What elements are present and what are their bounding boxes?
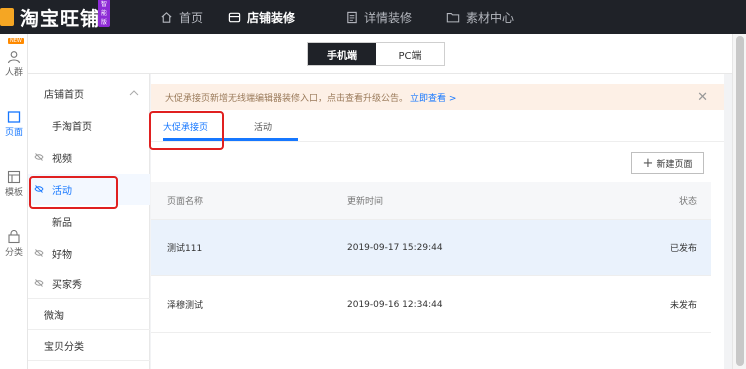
user-icon [7,51,21,64]
row-update-time: 2019-09-16 12:34:44 [347,299,443,310]
rail-item-category[interactable]: 分类 [0,230,28,258]
chevron-up-icon [129,90,139,96]
eye-hidden-icon [34,279,44,287]
document-icon [347,11,357,23]
pc-tab[interactable]: PC端 [376,43,444,65]
scrollbar-thumb[interactable] [736,36,744,366]
nav-home-label: 首页 [179,10,204,25]
brand[interactable]: 淘宝旺铺 智能版 [0,0,111,34]
nav-home[interactable]: 首页 [160,0,203,34]
header-update-time: 更新时间 [347,197,384,207]
header-status: 状态 [678,197,697,207]
top-navigation-bar: 淘宝旺铺 智能版 首页 店铺装修 详情装修 素材中心 [0,0,746,34]
new-badge: NEW [8,38,24,44]
highlight-box-tab [149,111,224,150]
row-status: 未发布 [669,301,697,311]
highlight-box-sidebar [29,176,118,209]
nav-material-center[interactable]: 素材中心 [446,0,514,34]
new-page-button-label: 新建页面 [656,159,693,170]
vertical-scrollbar[interactable] [732,34,746,369]
rail-item-crowd-label: 人群 [4,68,23,78]
rail-item-template-label: 模板 [4,188,23,198]
new-page-button[interactable]: + 新建页面 [631,152,704,174]
nav-detail-decoration-label: 详情装修 [364,10,413,25]
sidebar-item-store-home[interactable]: 店铺首页 [28,78,150,109]
sidebar-item-mobile-home-label: 手淘首页 [52,122,92,133]
nav-store-decoration[interactable]: 店铺装修 [228,0,295,34]
sidebar-item-store-home-label: 店铺首页 [44,90,84,101]
page-sidebar: 店铺首页 手淘首页 视频 活动 新品 好物 买家秀 微淘 宝贝分类 [28,74,150,369]
eye-hidden-icon [34,249,44,257]
rail-item-template[interactable]: 模板 [0,170,28,198]
notice-banner: 大促承接页新增无线端编辑器装修入口，点击查看升级公告。 立即查看 > ✕ [151,84,724,110]
taobao-logo-icon [0,8,14,26]
sidebar-item-new-arrivals-label: 新品 [52,218,72,229]
edition-badge: 智能版 [98,0,111,27]
header-page-name: 页面名称 [167,197,204,207]
nav-detail-decoration[interactable]: 详情装修 [346,0,412,34]
eye-hidden-icon [34,153,44,161]
page-tabs: 大促承接页 活动 [151,110,724,142]
mobile-tab[interactable]: 手机端 [308,43,376,65]
store-icon [228,12,241,22]
main-panel: 大促承接页新增无线端编辑器装修入口，点击查看升级公告。 立即查看 > ✕ 大促承… [151,74,724,369]
nav-store-decoration-label: 店铺装修 [247,10,296,25]
sidebar-item-weitao[interactable]: 微淘 [28,299,150,330]
row-update-time: 2019-09-17 15:29:44 [347,242,443,253]
close-icon[interactable]: ✕ [697,90,708,105]
rail-item-page-label: 页面 [4,128,23,138]
table-row[interactable]: 泽穆测试 2019-09-16 12:34:44 未发布 [151,277,711,333]
sidebar-item-weitao-label: 微淘 [44,310,64,322]
notice-text: 大促承接页新增无线端编辑器装修入口，点击查看升级公告。 [165,93,409,104]
plus-icon: + [642,155,654,171]
table-header: 页面名称 更新时间 状态 [151,182,711,220]
sidebar-item-new-arrivals[interactable]: 新品 [28,206,150,237]
category-icon [8,230,20,244]
sidebar-item-product-category-label: 宝贝分类 [44,341,84,353]
left-rail: NEW 人群 页面 模板 分类 [0,34,28,369]
brand-name: 淘宝旺铺 [20,7,101,30]
sidebar-item-mobile-home[interactable]: 手淘首页 [28,110,150,141]
template-icon [7,170,21,184]
sidebar-item-buyer-show-label: 买家秀 [52,279,82,291]
device-toggle-bar: 手机端 PC端 [28,34,746,74]
sidebar-item-good-things[interactable]: 好物 [28,238,150,269]
notice-link[interactable]: 立即查看 > [410,91,456,104]
rail-item-page[interactable]: 页面 [0,110,28,138]
page-icon [7,111,21,123]
nav-material-center-label: 素材中心 [466,10,515,25]
sidebar-item-video-label: 视频 [52,154,72,165]
sidebar-item-video[interactable]: 视频 [28,142,150,173]
rail-item-crowd[interactable]: 人群 [0,50,28,78]
home-icon [161,11,172,23]
row-page-name: 测试111 [167,244,203,254]
folder-icon [446,12,460,22]
sidebar-item-product-category[interactable]: 宝贝分类 [28,330,150,361]
row-status: 已发布 [669,244,697,254]
device-toggle: 手机端 PC端 [307,42,445,66]
rail-item-category-label: 分类 [4,248,23,258]
sidebar-item-buyer-show[interactable]: 买家秀 [28,268,150,299]
sidebar-item-good-things-label: 好物 [52,250,72,261]
table-row[interactable]: 测试111 2019-09-17 15:29:44 已发布 [151,220,711,276]
row-page-name: 泽穆测试 [167,301,204,311]
